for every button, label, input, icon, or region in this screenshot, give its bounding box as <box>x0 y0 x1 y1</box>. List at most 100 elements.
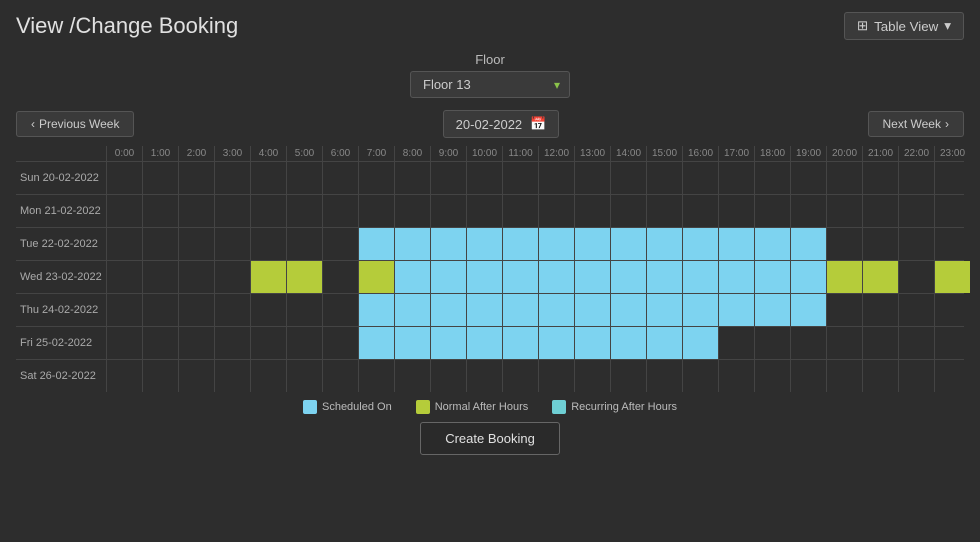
grid-cell <box>106 228 142 260</box>
grid-cell <box>502 162 538 194</box>
time-label: 18:00 <box>754 146 790 161</box>
grid-cell <box>898 327 934 359</box>
next-week-button[interactable]: Next Week › <box>868 111 964 137</box>
time-label: 11:00 <box>502 146 538 161</box>
grid-cell <box>790 162 826 194</box>
floor-label: Floor <box>475 52 505 67</box>
time-label: 10:00 <box>466 146 502 161</box>
next-week-label: Next Week <box>883 117 941 131</box>
grid-cell <box>178 327 214 359</box>
chevron-left-icon: ‹ <box>31 117 35 131</box>
grid-cell <box>898 294 934 326</box>
grid-cell <box>574 228 610 260</box>
grid-cell <box>250 360 286 392</box>
grid-cell <box>106 195 142 227</box>
grid-cell <box>322 360 358 392</box>
table-view-button[interactable]: ⊞ Table View ▾ <box>844 12 964 40</box>
floor-select-wrapper: Floor 13 Floor 1 Floor 2 Floor 3 <box>410 71 570 98</box>
grid-cell <box>286 228 322 260</box>
row-cells <box>106 228 970 260</box>
time-label: 23:00 <box>934 146 970 161</box>
grid-row: Tue 22-02-2022 <box>16 227 964 260</box>
grid-cell <box>646 228 682 260</box>
grid-cell <box>394 360 430 392</box>
grid-cell <box>682 195 718 227</box>
legend-normal-ah: Normal After Hours <box>416 400 529 414</box>
row-cells <box>106 327 970 359</box>
grid-cell <box>214 162 250 194</box>
row-cells <box>106 162 970 194</box>
grid-cell <box>466 228 502 260</box>
grid-cell <box>646 360 682 392</box>
grid-cell <box>214 294 250 326</box>
grid-cell <box>574 261 610 293</box>
grid-cell <box>862 261 898 293</box>
grid-cell <box>250 195 286 227</box>
grid-cell <box>502 261 538 293</box>
time-label: 19:00 <box>790 146 826 161</box>
grid-cell <box>142 261 178 293</box>
grid-cell <box>862 294 898 326</box>
grid-cell <box>862 228 898 260</box>
header: View /Change Booking ⊞ Table View ▾ <box>0 0 980 48</box>
floor-select[interactable]: Floor 13 Floor 1 Floor 2 Floor 3 <box>410 71 570 98</box>
row-label: Fri 25-02-2022 <box>16 327 106 359</box>
grid-cell <box>142 327 178 359</box>
grid-cell <box>250 162 286 194</box>
current-date: 20-02-2022 <box>456 117 523 132</box>
grid-cell <box>934 228 970 260</box>
grid-cell <box>898 195 934 227</box>
grid-cell <box>574 360 610 392</box>
grid-cell <box>862 162 898 194</box>
grid-cell <box>610 294 646 326</box>
grid-cell <box>646 327 682 359</box>
grid-cell <box>466 294 502 326</box>
time-label: 9:00 <box>430 146 466 161</box>
grid-cell <box>430 261 466 293</box>
grid-row: Sun 20-02-2022 <box>16 161 964 194</box>
grid-cell <box>394 261 430 293</box>
time-label: 2:00 <box>178 146 214 161</box>
recurring-ah-color <box>552 400 566 414</box>
grid-row: Sat 26-02-2022 <box>16 359 964 392</box>
grid-cell <box>502 327 538 359</box>
grid-cell <box>106 261 142 293</box>
date-picker[interactable]: 20-02-2022 📅 <box>443 110 560 138</box>
grid-cell <box>322 261 358 293</box>
create-booking-button[interactable]: Create Booking <box>420 422 560 455</box>
grid-cell <box>754 162 790 194</box>
grid-cell <box>502 360 538 392</box>
grid-cell <box>718 261 754 293</box>
grid-cell <box>502 294 538 326</box>
grid-cell <box>250 261 286 293</box>
grid-cell <box>718 360 754 392</box>
grid-cell <box>538 294 574 326</box>
grid-cell <box>934 327 970 359</box>
time-label: 14:00 <box>610 146 646 161</box>
time-label: 16:00 <box>682 146 718 161</box>
time-label: 0:00 <box>106 146 142 161</box>
grid-cell <box>574 327 610 359</box>
prev-week-button[interactable]: ‹ Previous Week <box>16 111 134 137</box>
grid-cell <box>214 228 250 260</box>
grid-cell <box>430 195 466 227</box>
calendar-grid: Sun 20-02-2022Mon 21-02-2022Tue 22-02-20… <box>16 161 964 392</box>
time-label: 6:00 <box>322 146 358 161</box>
grid-cell <box>754 360 790 392</box>
grid-cell <box>502 228 538 260</box>
grid-cell <box>574 195 610 227</box>
grid-cell <box>286 261 322 293</box>
footer: Create Booking <box>0 422 980 455</box>
floor-section: Floor Floor 13 Floor 1 Floor 2 Floor 3 <box>0 52 980 98</box>
grid-cell <box>826 261 862 293</box>
grid-cell <box>862 195 898 227</box>
grid-cell <box>790 327 826 359</box>
grid-cell <box>358 360 394 392</box>
grid-cell <box>322 327 358 359</box>
grid-cell <box>286 195 322 227</box>
grid-cell <box>214 261 250 293</box>
grid-cell <box>682 162 718 194</box>
grid-cell <box>286 294 322 326</box>
grid-cell <box>430 162 466 194</box>
time-label: 4:00 <box>250 146 286 161</box>
